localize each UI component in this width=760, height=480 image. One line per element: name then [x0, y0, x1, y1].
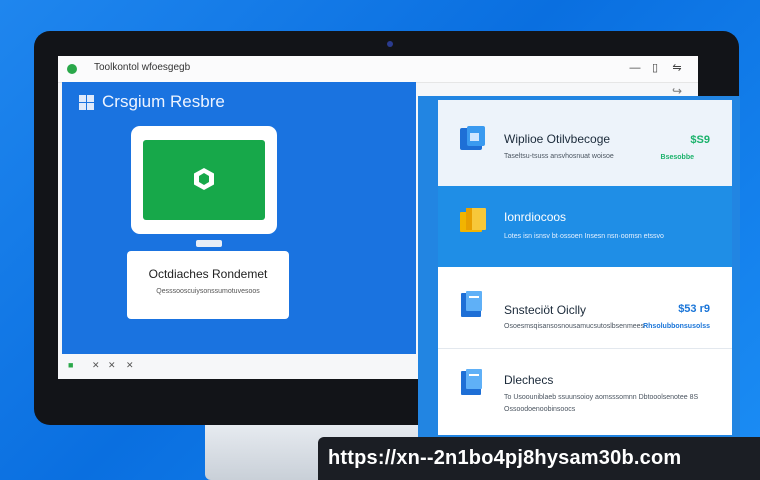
url-text[interactable]: https://xn--2n1bo4pj8hysam30b.com: [328, 447, 681, 470]
option-row[interactable]: Dlechecs To Usoouniblaeb ssuunsoioy aoms…: [438, 348, 732, 435]
option-subtitle-secondary: Ossoodoenoobinsoocs: [504, 406, 576, 413]
maximize-button[interactable]: ▯: [648, 60, 662, 76]
taskbar-app-icon[interactable]: ■: [68, 360, 73, 370]
restore-card[interactable]: Octdiaches Rondemet Qesssooscuiysonssumo…: [127, 251, 289, 319]
option-subtitle: Lotes isn isnsv bt·ossoen Insesn nsn·oom…: [504, 233, 664, 240]
option-title: Wiplioe Otilvbecoge: [504, 132, 611, 146]
option-price: $53 r9: [678, 303, 710, 315]
document-icon: [461, 369, 482, 395]
pc-illustration: [131, 126, 277, 234]
option-row[interactable]: Ionrdiocoos Lotes isn isnsv bt·ossoen In…: [438, 186, 732, 267]
option-title: Ionrdiocoos: [504, 210, 567, 224]
option-price: $S9: [690, 134, 710, 146]
app-icon: [67, 64, 77, 74]
option-price-caption: Bsesobbe: [660, 154, 694, 161]
hexagon-icon: [194, 168, 214, 190]
option-row[interactable]: Wiplioe Otilvbecoge Taseltsu-tsuss ansvh…: [438, 100, 732, 186]
window-titlebar: Toolkontol wfoesgegb — ▯ ⇋: [58, 56, 698, 83]
window-title: Toolkontol wfoesgegb: [94, 62, 191, 73]
option-title: Dlechecs: [504, 373, 554, 387]
taskbar-icon[interactable]: ✕: [92, 360, 100, 371]
windows-logo-icon: [79, 95, 94, 110]
option-subtitle: To Usoouniblaeb ssuunsoioy aomsssomnn Db…: [504, 394, 699, 401]
window-icon: [460, 126, 485, 150]
document-icon: [461, 291, 482, 317]
option-price-caption: Rhsolubbonsusolss: [643, 323, 710, 330]
pc-illustration-screen: [143, 140, 265, 220]
taskbar-icon[interactable]: ✕: [108, 360, 116, 371]
url-banner: https://xn--2n1bo4pj8hysam30b.com: [318, 437, 760, 480]
restore-card-subtitle: Qesssooscuiysonssumotuvesoos: [156, 288, 260, 295]
option-title: Snsteciöt Oiclly: [504, 303, 587, 317]
folder-icon: [460, 208, 486, 232]
restore-card-title: Octdiaches Rondemet: [148, 267, 268, 281]
option-subtitle: Osoesmsqisansosnousamucsutoslbsenmees: [504, 323, 645, 330]
app-name: Crsgium Resbre: [102, 92, 225, 111]
pc-illustration-stand: [196, 240, 222, 247]
taskbar: ■ ✕ ✕ ✕: [62, 355, 416, 377]
taskbar-icon[interactable]: ✕: [126, 360, 134, 371]
webcam: [387, 41, 393, 47]
option-row[interactable]: Snsteciöt Oiclly Osoesmsqisansosnousamuc…: [438, 267, 732, 348]
close-button[interactable]: ⇋: [670, 60, 684, 76]
option-subtitle: Taseltsu-tsuss ansvhosnuat woisoe: [504, 153, 614, 160]
system-restore-panel: Crsgium Resbre Octdiaches Rondemet Qesss…: [62, 82, 416, 354]
options-panel: Wiplioe Otilvbecoge Taseltsu-tsuss ansvh…: [418, 96, 740, 438]
minimize-button[interactable]: —: [628, 60, 642, 76]
